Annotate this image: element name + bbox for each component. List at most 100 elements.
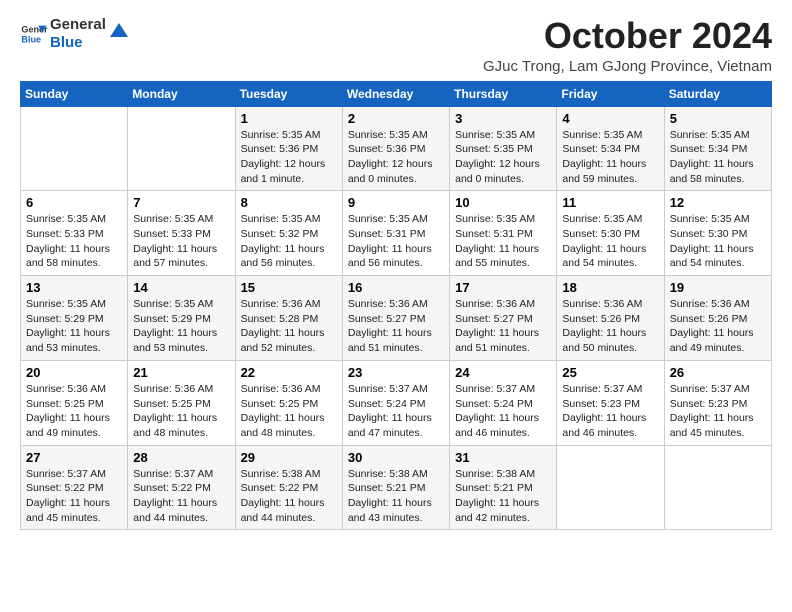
day-number: 26 <box>670 365 766 380</box>
calendar-cell: 23 Sunrise: 5:37 AM Sunset: 5:24 PM Dayli… <box>342 360 449 445</box>
calendar-cell: 26 Sunrise: 5:37 AM Sunset: 5:23 PM Dayli… <box>664 360 771 445</box>
day-number: 22 <box>241 365 337 380</box>
day-number: 28 <box>133 450 229 465</box>
day-info: Sunrise: 5:35 AM Sunset: 5:35 PM Dayligh… <box>455 129 540 185</box>
page-header: General Blue General Blue October 2024 G… <box>20 16 772 75</box>
day-info: Sunrise: 5:38 AM Sunset: 5:21 PM Dayligh… <box>348 468 432 524</box>
weekday-header-monday: Monday <box>128 81 235 106</box>
day-info: Sunrise: 5:35 AM Sunset: 5:34 PM Dayligh… <box>562 129 646 185</box>
calendar-cell: 31Sunrise: 5:38 AM Sunset: 5:21 PM Dayli… <box>450 445 557 530</box>
calendar-cell: 11Sunrise: 5:35 AM Sunset: 5:30 PM Dayli… <box>557 191 664 276</box>
calendar-cell: 13 Sunrise: 5:35 AM Sunset: 5:29 PM Dayli… <box>21 276 128 361</box>
day-info: Sunrise: 5:36 AM Sunset: 5:27 PM Dayligh… <box>348 298 432 354</box>
calendar-cell: 3 Sunrise: 5:35 AM Sunset: 5:35 PM Daylig… <box>450 106 557 191</box>
day-number: 23 <box>348 365 444 380</box>
day-number: 25 <box>562 365 658 380</box>
logo-blue-text: Blue <box>50 34 106 52</box>
day-number: 18 <box>562 280 658 295</box>
day-info: Sunrise: 5:36 AM Sunset: 5:25 PM Dayligh… <box>241 383 325 439</box>
calendar-cell <box>128 106 235 191</box>
day-number: 11 <box>562 195 658 210</box>
calendar-cell: 20Sunrise: 5:36 AM Sunset: 5:25 PM Dayli… <box>21 360 128 445</box>
logo-icon: General Blue <box>20 20 48 48</box>
day-number: 27 <box>26 450 122 465</box>
day-info: Sunrise: 5:35 AM Sunset: 5:30 PM Dayligh… <box>670 213 754 269</box>
day-number: 6 <box>26 195 122 210</box>
day-info: Sunrise: 5:36 AM Sunset: 5:25 PM Dayligh… <box>133 383 217 439</box>
calendar-cell: 19 Sunrise: 5:36 AM Sunset: 5:26 PM Dayli… <box>664 276 771 361</box>
logo-arrow-icon <box>108 19 130 41</box>
calendar-cell: 12Sunrise: 5:35 AM Sunset: 5:30 PM Dayli… <box>664 191 771 276</box>
calendar-cell: 5 Sunrise: 5:35 AM Sunset: 5:34 PM Daylig… <box>664 106 771 191</box>
logo: General Blue General Blue <box>20 16 130 52</box>
day-info: Sunrise: 5:35 AM Sunset: 5:32 PM Dayligh… <box>241 213 325 269</box>
day-info: Sunrise: 5:37 AM Sunset: 5:23 PM Dayligh… <box>670 383 754 439</box>
calendar-cell: 28 Sunrise: 5:37 AM Sunset: 5:22 PM Dayli… <box>128 445 235 530</box>
calendar-cell: 1Sunrise: 5:35 AM Sunset: 5:36 PM Daylig… <box>235 106 342 191</box>
calendar-week-4: 20Sunrise: 5:36 AM Sunset: 5:25 PM Dayli… <box>21 360 772 445</box>
calendar-cell: 21 Sunrise: 5:36 AM Sunset: 5:25 PM Dayli… <box>128 360 235 445</box>
day-number: 31 <box>455 450 551 465</box>
day-number: 16 <box>348 280 444 295</box>
weekday-header-row: SundayMondayTuesdayWednesdayThursdayFrid… <box>21 81 772 106</box>
calendar-cell: 22 Sunrise: 5:36 AM Sunset: 5:25 PM Dayli… <box>235 360 342 445</box>
calendar-cell: 14 Sunrise: 5:35 AM Sunset: 5:29 PM Dayli… <box>128 276 235 361</box>
calendar-cell: 15 Sunrise: 5:36 AM Sunset: 5:28 PM Dayli… <box>235 276 342 361</box>
day-number: 21 <box>133 365 229 380</box>
day-number: 13 <box>26 280 122 295</box>
day-info: Sunrise: 5:35 AM Sunset: 5:31 PM Dayligh… <box>348 213 432 269</box>
day-info: Sunrise: 5:37 AM Sunset: 5:24 PM Dayligh… <box>348 383 432 439</box>
day-number: 24 <box>455 365 551 380</box>
calendar-cell: 17 Sunrise: 5:36 AM Sunset: 5:27 PM Dayli… <box>450 276 557 361</box>
calendar-cell <box>21 106 128 191</box>
svg-text:Blue: Blue <box>21 34 41 44</box>
calendar-week-3: 13 Sunrise: 5:35 AM Sunset: 5:29 PM Dayli… <box>21 276 772 361</box>
day-number: 1 <box>241 111 337 126</box>
day-info: Sunrise: 5:36 AM Sunset: 5:26 PM Dayligh… <box>670 298 754 354</box>
calendar-cell: 29Sunrise: 5:38 AM Sunset: 5:22 PM Dayli… <box>235 445 342 530</box>
day-number: 15 <box>241 280 337 295</box>
day-info: Sunrise: 5:37 AM Sunset: 5:22 PM Dayligh… <box>133 468 217 524</box>
weekday-header-sunday: Sunday <box>21 81 128 106</box>
calendar-cell: 30 Sunrise: 5:38 AM Sunset: 5:21 PM Dayli… <box>342 445 449 530</box>
day-number: 17 <box>455 280 551 295</box>
weekday-header-friday: Friday <box>557 81 664 106</box>
calendar-cell: 2Sunrise: 5:35 AM Sunset: 5:36 PM Daylig… <box>342 106 449 191</box>
day-number: 19 <box>670 280 766 295</box>
calendar-cell: 9Sunrise: 5:35 AM Sunset: 5:31 PM Daylig… <box>342 191 449 276</box>
day-number: 14 <box>133 280 229 295</box>
calendar-cell: 27 Sunrise: 5:37 AM Sunset: 5:22 PM Dayli… <box>21 445 128 530</box>
weekday-header-wednesday: Wednesday <box>342 81 449 106</box>
calendar-cell: 8Sunrise: 5:35 AM Sunset: 5:32 PM Daylig… <box>235 191 342 276</box>
calendar-cell: 7 Sunrise: 5:35 AM Sunset: 5:33 PM Daylig… <box>128 191 235 276</box>
day-info: Sunrise: 5:35 AM Sunset: 5:31 PM Dayligh… <box>455 213 539 269</box>
calendar-table: SundayMondayTuesdayWednesdayThursdayFrid… <box>20 81 772 531</box>
day-info: Sunrise: 5:36 AM Sunset: 5:28 PM Dayligh… <box>241 298 325 354</box>
weekday-header-thursday: Thursday <box>450 81 557 106</box>
day-number: 7 <box>133 195 229 210</box>
title-block: October 2024 GJuc Trong, Lam GJong Provi… <box>483 16 772 75</box>
weekday-header-tuesday: Tuesday <box>235 81 342 106</box>
day-info: Sunrise: 5:37 AM Sunset: 5:23 PM Dayligh… <box>562 383 646 439</box>
weekday-header-saturday: Saturday <box>664 81 771 106</box>
day-number: 2 <box>348 111 444 126</box>
day-number: 30 <box>348 450 444 465</box>
calendar-cell: 10 Sunrise: 5:35 AM Sunset: 5:31 PM Dayli… <box>450 191 557 276</box>
day-info: Sunrise: 5:37 AM Sunset: 5:22 PM Dayligh… <box>26 468 110 524</box>
day-info: Sunrise: 5:35 AM Sunset: 5:29 PM Dayligh… <box>26 298 110 354</box>
day-number: 10 <box>455 195 551 210</box>
day-info: Sunrise: 5:35 AM Sunset: 5:33 PM Dayligh… <box>133 213 217 269</box>
day-number: 3 <box>455 111 551 126</box>
day-info: Sunrise: 5:35 AM Sunset: 5:29 PM Dayligh… <box>133 298 217 354</box>
calendar-week-2: 6 Sunrise: 5:35 AM Sunset: 5:33 PM Daylig… <box>21 191 772 276</box>
location-text: GJuc Trong, Lam GJong Province, Vietnam <box>483 58 772 75</box>
day-info: Sunrise: 5:35 AM Sunset: 5:34 PM Dayligh… <box>670 129 754 185</box>
calendar-cell <box>557 445 664 530</box>
day-number: 5 <box>670 111 766 126</box>
calendar-cell <box>664 445 771 530</box>
day-info: Sunrise: 5:36 AM Sunset: 5:25 PM Dayligh… <box>26 383 110 439</box>
day-number: 29 <box>241 450 337 465</box>
calendar-cell: 18Sunrise: 5:36 AM Sunset: 5:26 PM Dayli… <box>557 276 664 361</box>
calendar-week-1: 1Sunrise: 5:35 AM Sunset: 5:36 PM Daylig… <box>21 106 772 191</box>
day-info: Sunrise: 5:36 AM Sunset: 5:27 PM Dayligh… <box>455 298 539 354</box>
